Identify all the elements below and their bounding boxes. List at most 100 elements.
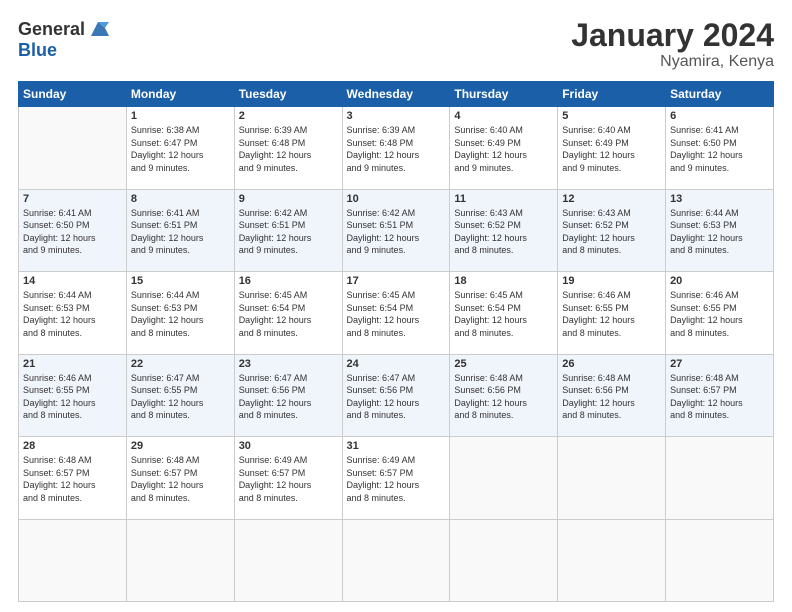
table-row: 4Sunrise: 6:40 AMSunset: 6:49 PMDaylight…: [450, 107, 558, 189]
day-number: 23: [239, 358, 338, 370]
table-row: 18 Sunrise: 6:45 AMSunset: 6:54 PMDayligh…: [450, 272, 558, 354]
table-row: 16Sunrise: 6:45 AMSunset: 6:54 PMDayligh…: [234, 272, 342, 354]
table-row: 10Sunrise: 6:42 AMSunset: 6:51 PMDayligh…: [342, 189, 450, 271]
day-info: Sunrise: 6:46 AMSunset: 6:55 PMDaylight:…: [23, 373, 96, 421]
table-row: 28 Sunrise: 6:48 AMSunset: 6:57 PMDayligh…: [19, 437, 127, 519]
table-row: 3 Sunrise: 6:39 AMSunset: 6:48 PMDaylight…: [342, 107, 450, 189]
logo-blue: Blue: [18, 40, 57, 61]
day-number: 13: [670, 193, 769, 205]
logo-icon: [87, 18, 109, 40]
day-info: Sunrise: 6:46 AMSunset: 6:55 PMDaylight:…: [670, 290, 743, 338]
table-row: 30 Sunrise: 6:49 AMSunset: 6:57 PMDayligh…: [234, 437, 342, 519]
table-row: 13Sunrise: 6:44 AMSunset: 6:53 PMDayligh…: [666, 189, 774, 271]
day-info: Sunrise: 6:49 AMSunset: 6:57 PMDaylight:…: [347, 455, 420, 503]
table-row: 9Sunrise: 6:42 AMSunset: 6:51 PMDaylight…: [234, 189, 342, 271]
day-number: 3: [347, 110, 446, 122]
day-number: 25: [454, 358, 553, 370]
table-row: 14Sunrise: 6:44 AMSunset: 6:53 PMDayligh…: [19, 272, 127, 354]
table-row: 26 Sunrise: 6:48 AMSunset: 6:56 PMDayligh…: [558, 354, 666, 436]
day-number: 1: [131, 110, 230, 122]
location: Nyamira, Kenya: [571, 53, 774, 71]
calendar-row-4: 21 Sunrise: 6:46 AMSunset: 6:55 PMDayligh…: [19, 354, 774, 436]
calendar-row-6: [19, 519, 774, 601]
day-number: 26: [562, 358, 661, 370]
table-row: 31 Sunrise: 6:49 AMSunset: 6:57 PMDayligh…: [342, 437, 450, 519]
day-info: Sunrise: 6:47 AMSunset: 6:56 PMDaylight:…: [347, 373, 420, 421]
table-row: 5Sunrise: 6:40 AMSunset: 6:49 PMDaylight…: [558, 107, 666, 189]
day-number: 31: [347, 440, 446, 452]
table-row: 12Sunrise: 6:43 AMSunset: 6:52 PMDayligh…: [558, 189, 666, 271]
weekday-header-row: Sunday Monday Tuesday Wednesday Thursday…: [19, 82, 774, 107]
day-info: Sunrise: 6:43 AMSunset: 6:52 PMDaylight:…: [454, 208, 527, 256]
day-info: Sunrise: 6:46 AMSunset: 6:55 PMDaylight:…: [562, 290, 635, 338]
day-info: Sunrise: 6:47 AMSunset: 6:56 PMDaylight:…: [239, 373, 312, 421]
title-block: January 2024 Nyamira, Kenya: [571, 18, 774, 71]
table-row: [558, 437, 666, 519]
day-info: Sunrise: 6:39 AMSunset: 6:48 PMDaylight:…: [239, 125, 312, 173]
table-row: 22 Sunrise: 6:47 AMSunset: 6:55 PMDayligh…: [126, 354, 234, 436]
day-number: 29: [131, 440, 230, 452]
header: General Blue January 2024 Nyamira, Kenya: [18, 18, 774, 71]
day-info: Sunrise: 6:41 AMSunset: 6:51 PMDaylight:…: [131, 208, 204, 256]
header-thursday: Thursday: [450, 82, 558, 107]
table-row: 20 Sunrise: 6:46 AMSunset: 6:55 PMDayligh…: [666, 272, 774, 354]
table-row: 27 Sunrise: 6:48 AMSunset: 6:57 PMDayligh…: [666, 354, 774, 436]
day-info: Sunrise: 6:42 AMSunset: 6:51 PMDaylight:…: [347, 208, 420, 256]
day-number: 30: [239, 440, 338, 452]
table-row: 19 Sunrise: 6:46 AMSunset: 6:55 PMDayligh…: [558, 272, 666, 354]
table-row: 7Sunrise: 6:41 AMSunset: 6:50 PMDaylight…: [19, 189, 127, 271]
day-info: Sunrise: 6:45 AMSunset: 6:54 PMDaylight:…: [347, 290, 420, 338]
day-number: 19: [562, 275, 661, 287]
day-number: 7: [23, 193, 122, 205]
header-saturday: Saturday: [666, 82, 774, 107]
day-number: 2: [239, 110, 338, 122]
calendar-row-5: 28 Sunrise: 6:48 AMSunset: 6:57 PMDayligh…: [19, 437, 774, 519]
table-row: [558, 519, 666, 601]
day-info: Sunrise: 6:44 AMSunset: 6:53 PMDaylight:…: [131, 290, 204, 338]
logo-general: General: [18, 19, 85, 40]
day-number: 5: [562, 110, 661, 122]
day-info: Sunrise: 6:47 AMSunset: 6:55 PMDaylight:…: [131, 373, 204, 421]
day-number: 21: [23, 358, 122, 370]
day-number: 18: [454, 275, 553, 287]
table-row: [19, 519, 127, 601]
table-row: 15 Sunrise: 6:44 AMSunset: 6:53 PMDayligh…: [126, 272, 234, 354]
day-info: Sunrise: 6:48 AMSunset: 6:56 PMDaylight:…: [562, 373, 635, 421]
calendar-row-1: 1 Sunrise: 6:38 AMSunset: 6:47 PMDaylight…: [19, 107, 774, 189]
table-row: 8Sunrise: 6:41 AMSunset: 6:51 PMDaylight…: [126, 189, 234, 271]
day-info: Sunrise: 6:49 AMSunset: 6:57 PMDaylight:…: [239, 455, 312, 503]
table-row: 2 Sunrise: 6:39 AMSunset: 6:48 PMDaylight…: [234, 107, 342, 189]
day-number: 12: [562, 193, 661, 205]
calendar-table: Sunday Monday Tuesday Wednesday Thursday…: [18, 81, 774, 602]
day-number: 22: [131, 358, 230, 370]
day-info: Sunrise: 6:45 AMSunset: 6:54 PMDaylight:…: [454, 290, 527, 338]
day-number: 27: [670, 358, 769, 370]
table-row: 17 Sunrise: 6:45 AMSunset: 6:54 PMDayligh…: [342, 272, 450, 354]
table-row: 11Sunrise: 6:43 AMSunset: 6:52 PMDayligh…: [450, 189, 558, 271]
header-wednesday: Wednesday: [342, 82, 450, 107]
day-number: 28: [23, 440, 122, 452]
day-info: Sunrise: 6:39 AMSunset: 6:48 PMDaylight:…: [347, 125, 420, 173]
table-row: 1 Sunrise: 6:38 AMSunset: 6:47 PMDaylight…: [126, 107, 234, 189]
table-row: [126, 519, 234, 601]
day-number: 24: [347, 358, 446, 370]
header-friday: Friday: [558, 82, 666, 107]
day-info: Sunrise: 6:48 AMSunset: 6:57 PMDaylight:…: [23, 455, 96, 503]
day-number: 16: [239, 275, 338, 287]
day-info: Sunrise: 6:41 AMSunset: 6:50 PMDaylight:…: [670, 125, 743, 173]
day-info: Sunrise: 6:48 AMSunset: 6:56 PMDaylight:…: [454, 373, 527, 421]
day-number: 9: [239, 193, 338, 205]
day-number: 6: [670, 110, 769, 122]
table-row: 6 Sunrise: 6:41 AMSunset: 6:50 PMDaylight…: [666, 107, 774, 189]
table-row: [19, 107, 127, 189]
month-title: January 2024: [571, 18, 774, 53]
table-row: [342, 519, 450, 601]
day-info: Sunrise: 6:38 AMSunset: 6:47 PMDaylight:…: [131, 125, 204, 173]
day-info: Sunrise: 6:48 AMSunset: 6:57 PMDaylight:…: [670, 373, 743, 421]
day-number: 20: [670, 275, 769, 287]
day-number: 15: [131, 275, 230, 287]
day-number: 14: [23, 275, 122, 287]
day-info: Sunrise: 6:40 AMSunset: 6:49 PMDaylight:…: [454, 125, 527, 173]
day-number: 17: [347, 275, 446, 287]
calendar-row-3: 14 Sunrise: 6:44 AMSunset: 6:53 PMDayligh…: [19, 272, 774, 354]
